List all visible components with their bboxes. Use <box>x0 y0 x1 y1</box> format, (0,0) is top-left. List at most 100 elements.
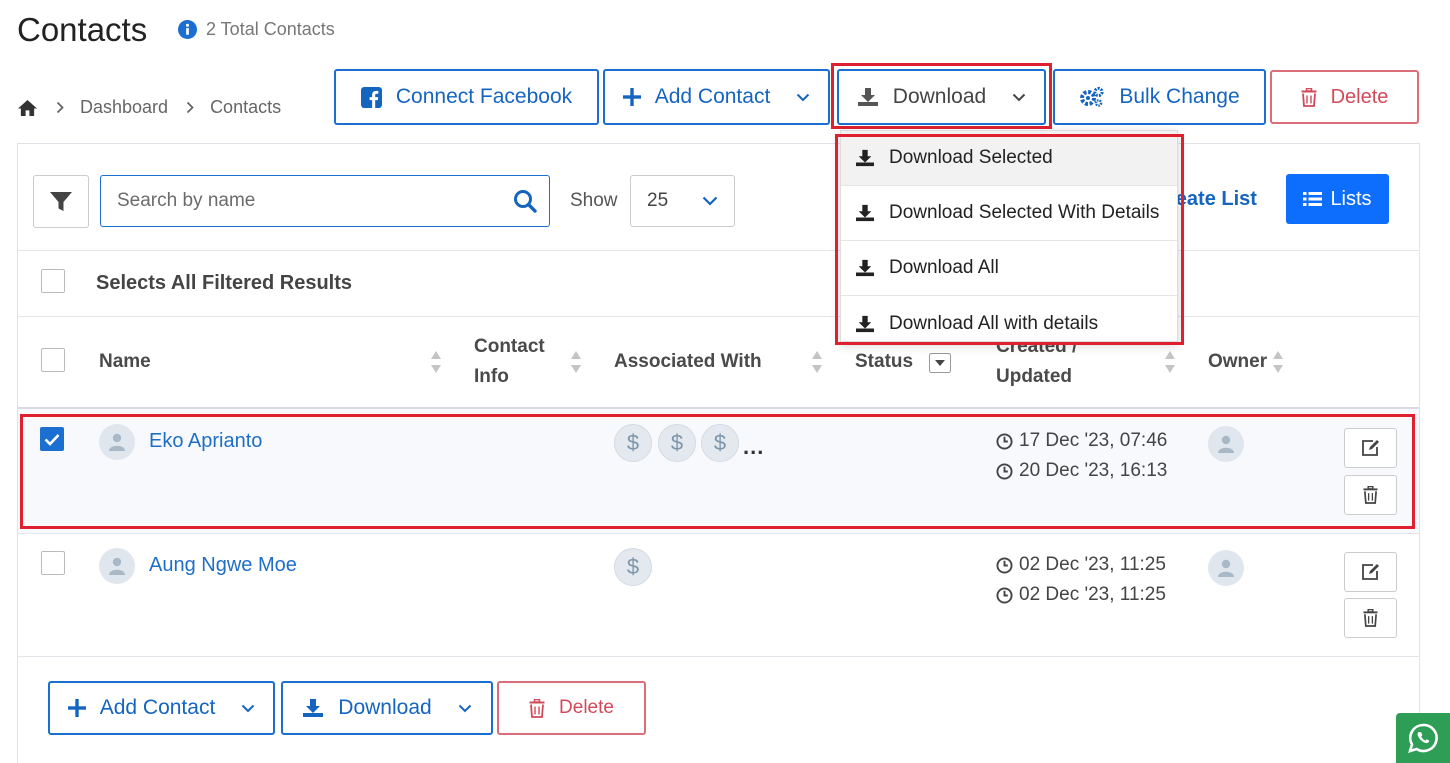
created-date: 17 Dec '23, 07:46 <box>996 430 1167 452</box>
chevron-down-icon <box>241 704 255 713</box>
lists-button[interactable]: Lists <box>1286 174 1389 224</box>
download-icon <box>855 149 875 167</box>
avatar <box>99 424 135 460</box>
row-checkbox[interactable] <box>41 551 65 575</box>
download-icon <box>855 204 875 222</box>
menu-item-label: Download Selected With Details <box>889 202 1160 223</box>
menu-item-label: Download Selected <box>889 147 1053 168</box>
lists-label: Lists <box>1330 187 1372 210</box>
divider <box>18 656 1419 657</box>
total-contacts-info: 2 Total Contacts <box>178 19 335 40</box>
column-header-contact-info[interactable]: Contact Info <box>474 332 545 392</box>
sort-icon[interactable] <box>1164 350 1176 374</box>
trash-icon <box>1363 486 1378 504</box>
delete-button[interactable]: Delete <box>1270 70 1419 124</box>
footer-download-label: Download <box>338 696 432 719</box>
whatsapp-icon <box>1407 722 1439 754</box>
footer-add-contact-button[interactable]: Add Contact <box>48 681 275 735</box>
page-title: Contacts <box>17 11 148 48</box>
status-filter-dropdown-icon[interactable] <box>929 353 951 373</box>
dollar-icon[interactable]: $ <box>701 424 739 462</box>
column-header-name[interactable]: Name <box>99 347 151 377</box>
clock-icon <box>996 432 1013 450</box>
filter-button[interactable] <box>33 175 89 228</box>
bulk-change-button[interactable]: Bulk Change <box>1053 69 1266 125</box>
chevron-down-icon <box>702 196 718 206</box>
delete-row-button[interactable] <box>1344 598 1397 638</box>
plus-icon <box>67 699 86 717</box>
download-button[interactable]: Download <box>837 69 1046 125</box>
chevron-right-icon <box>56 101 64 114</box>
footer-download-button[interactable]: Download <box>281 681 493 735</box>
column-header-contact-info-line2: Info <box>474 366 509 387</box>
created-date-text: 17 Dec '23, 07:46 <box>1019 430 1168 451</box>
contact-name-link[interactable]: Eko Aprianto <box>149 430 262 453</box>
menu-item-download-selected-details[interactable]: Download Selected With Details <box>841 186 1177 241</box>
column-header-associated-with[interactable]: Associated With <box>614 347 762 377</box>
breadcrumb-dashboard[interactable]: Dashboard <box>80 97 168 118</box>
connect-facebook-button[interactable]: Connect Facebook <box>334 69 599 125</box>
show-label: Show <box>570 190 618 211</box>
download-icon <box>855 259 875 277</box>
clock-icon <box>996 586 1013 604</box>
add-contact-label: Add Contact <box>654 85 771 108</box>
more-associations[interactable]: ... <box>743 434 764 460</box>
edit-button[interactable] <box>1344 552 1397 592</box>
bulk-change-label: Bulk Change <box>1119 85 1240 108</box>
menu-item-download-all[interactable]: Download All <box>841 241 1177 296</box>
sort-icon[interactable] <box>570 350 582 374</box>
dollar-icon[interactable]: $ <box>614 548 652 586</box>
add-contact-button[interactable]: Add Contact <box>603 69 830 125</box>
edit-icon <box>1361 563 1381 581</box>
footer-delete-button[interactable]: Delete <box>497 681 646 735</box>
menu-item-download-selected[interactable]: Download Selected <box>841 131 1177 186</box>
list-icon <box>1303 191 1323 207</box>
clock-icon <box>996 556 1013 574</box>
chevron-right-icon <box>186 101 194 114</box>
download-icon <box>302 698 324 718</box>
select-page-checkbox[interactable] <box>41 348 65 372</box>
search-input[interactable] <box>117 190 513 212</box>
sort-icon[interactable] <box>1272 350 1284 374</box>
row-checkbox[interactable] <box>40 427 64 451</box>
column-header-owner[interactable]: Owner <box>1208 347 1267 377</box>
connect-facebook-label: Connect Facebook <box>395 85 573 108</box>
menu-item-label: Download All <box>889 257 999 278</box>
whatsapp-button[interactable] <box>1396 713 1450 763</box>
clock-icon <box>996 462 1013 480</box>
info-icon <box>178 20 197 39</box>
download-icon <box>857 87 879 107</box>
trash-icon <box>529 698 545 718</box>
delete-row-button[interactable] <box>1344 475 1397 515</box>
dollar-icon[interactable]: $ <box>614 424 652 462</box>
breadcrumb: Dashboard Contacts <box>17 97 281 118</box>
updated-date: 20 Dec '23, 16:13 <box>996 460 1167 482</box>
created-date-text: 02 Dec '23, 11:25 <box>1019 554 1166 575</box>
search-icon[interactable] <box>513 189 537 213</box>
create-list-link[interactable]: reate List <box>1168 188 1257 211</box>
menu-item-download-all-details[interactable]: Download All with details <box>841 296 1177 351</box>
column-header-created-line2: Updated <box>996 366 1072 387</box>
contact-name-link[interactable]: Aung Ngwe Moe <box>149 554 297 577</box>
home-icon[interactable] <box>17 99 38 117</box>
download-label: Download <box>892 85 987 108</box>
edit-button[interactable] <box>1344 428 1397 468</box>
column-header-contact-info-line1: Contact <box>474 336 545 357</box>
column-header-status[interactable]: Status <box>855 347 913 377</box>
gears-icon <box>1079 86 1105 108</box>
chevron-down-icon <box>796 93 810 102</box>
updated-date-text: 02 Dec '23, 11:25 <box>1019 584 1166 605</box>
sort-icon[interactable] <box>430 350 442 374</box>
trash-icon <box>1363 609 1378 627</box>
footer-delete-label: Delete <box>559 697 614 718</box>
sort-icon[interactable] <box>811 350 823 374</box>
page-size-select[interactable]: 25 <box>630 175 735 227</box>
page-size-value: 25 <box>647 190 669 211</box>
chevron-down-icon <box>458 704 472 713</box>
created-date: 02 Dec '23, 11:25 <box>996 554 1166 576</box>
select-all-filtered-label: Selects All Filtered Results <box>96 272 353 294</box>
facebook-icon <box>360 86 382 108</box>
dollar-icon[interactable]: $ <box>658 424 696 462</box>
select-all-filtered-checkbox[interactable] <box>41 269 65 293</box>
edit-icon <box>1361 439 1381 457</box>
